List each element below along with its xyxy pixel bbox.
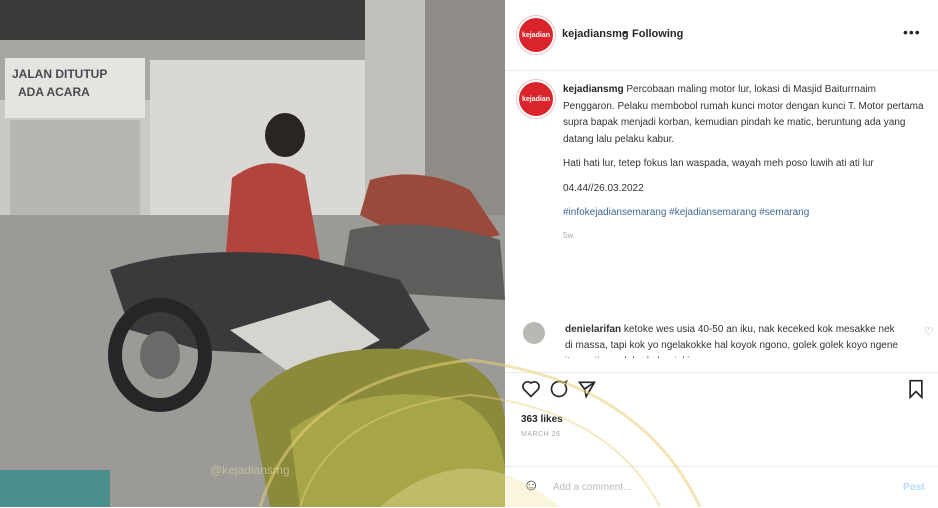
comment-icon[interactable] <box>549 379 569 404</box>
post-time: MARCH 26 <box>521 431 561 438</box>
post-header: kejadian kejadiansmg • Following ••• <box>505 0 938 71</box>
cctv-scene: JALAN DITUTUP ADA ACARA @kejadiansmg <box>0 0 505 507</box>
video-watermark-handle: @kejadiansmg <box>210 463 290 477</box>
add-comment-input[interactable]: Add a comment... <box>553 482 631 493</box>
add-comment-bar: ☺ Add a comment... Post <box>505 466 938 508</box>
caption-avatar[interactable]: kejadian <box>519 82 553 116</box>
separator-dot: • <box>623 27 627 39</box>
caption-datetime: 04.44//26.03.2022 <box>563 182 644 194</box>
caption-hashtags[interactable]: #infokejadiansemarang #kejadiansemarang … <box>563 205 929 222</box>
username-link[interactable]: kejadiansmg <box>562 28 629 40</box>
likes-count[interactable]: 363 likes <box>521 414 563 425</box>
caption-meta: 5w <box>563 230 574 240</box>
heart-icon[interactable] <box>521 379 541 404</box>
comment-username[interactable]: denielarifan <box>565 324 621 335</box>
profile-avatar[interactable]: kejadian <box>519 18 553 52</box>
more-horizontal-icon[interactable]: ••• <box>903 24 921 40</box>
post-caption: kejadiansmg Percobaan maling motor lur, … <box>563 82 929 244</box>
sign-line2: ADA ACARA <box>18 85 90 99</box>
following-button[interactable]: Following <box>632 28 683 40</box>
caption-avatar-text: kejadian <box>521 95 550 103</box>
post-comment-button[interactable]: Post <box>903 482 925 493</box>
comment-text-block: denielarifan ketoke wes usia 40-50 an ik… <box>565 322 905 358</box>
bookmark-icon[interactable] <box>907 379 925 404</box>
avatar-logo-text: kejadian <box>521 31 550 39</box>
emoji-icon[interactable]: ☺ <box>523 477 539 495</box>
action-bar <box>505 372 938 433</box>
paper-plane-icon[interactable] <box>577 379 597 404</box>
post-video[interactable]: JALAN DITUTUP ADA ACARA @kejadiansmg <box>0 0 505 507</box>
comment-like-icon[interactable]: ♡ <box>924 324 934 340</box>
caption-username[interactable]: kejadiansmg <box>563 84 624 95</box>
caption-line2: Hati hati lur, tetep fokus lan waspada, … <box>563 158 874 169</box>
sign-line1: JALAN DITUTUP <box>12 67 107 81</box>
post-panel: kejadian kejadiansmg • Following ••• kej… <box>505 0 938 507</box>
commenter-avatar[interactable] <box>523 322 545 344</box>
